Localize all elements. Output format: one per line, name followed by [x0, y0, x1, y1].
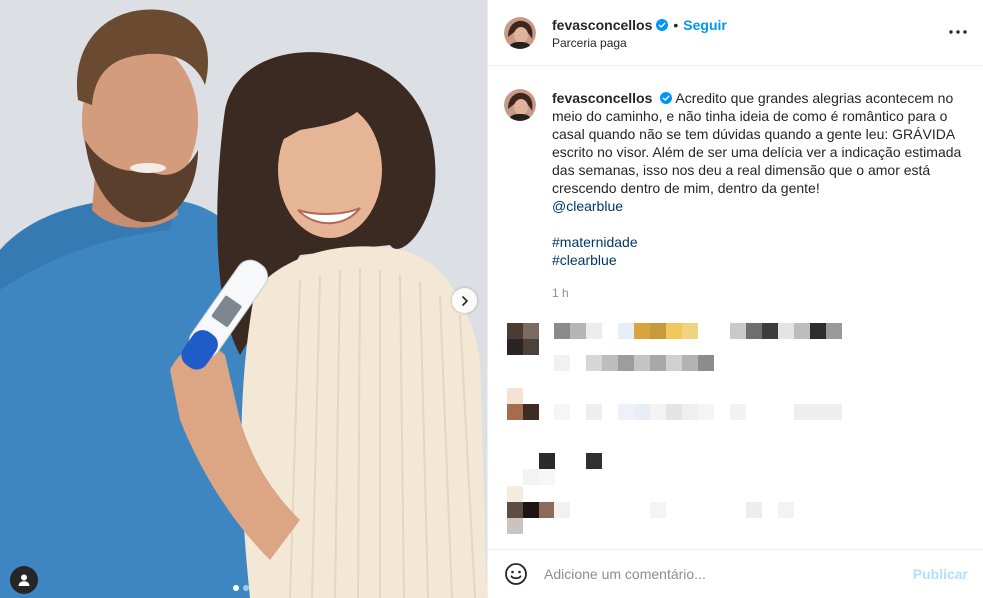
comment-composer: Publicar	[488, 549, 983, 598]
pixelated-block	[602, 355, 618, 371]
pixelated-block	[618, 404, 634, 420]
pixelated-block	[507, 486, 523, 502]
pixelated-block	[507, 502, 523, 518]
pixelated-block	[554, 355, 570, 371]
pixelated-block	[586, 404, 602, 420]
pixelated-block	[682, 355, 698, 371]
more-options-icon	[949, 30, 967, 34]
post-header: fevasconcellos • Seguir Parceria paga	[488, 0, 983, 66]
pixelated-block	[586, 323, 602, 339]
pixelated-block	[539, 502, 555, 518]
post-caption: fevasconcellos Acredito que grandes aleg…	[488, 66, 983, 302]
post-media[interactable]	[0, 0, 487, 598]
pixelated-block	[554, 323, 570, 339]
pixelated-block	[507, 323, 523, 339]
post-timestamp[interactable]: 1 h	[552, 284, 966, 302]
pixelated-block	[507, 388, 523, 404]
mention-link[interactable]: @clearblue	[552, 197, 966, 215]
post-details-panel: fevasconcellos • Seguir Parceria paga fe…	[487, 0, 983, 598]
pixelated-block	[778, 323, 794, 339]
pixelated-block	[666, 323, 682, 339]
pixelated-block	[682, 323, 698, 339]
pixelated-block	[746, 323, 762, 339]
verified-badge-icon	[656, 18, 669, 31]
pixelated-block	[634, 355, 650, 371]
post-photo	[0, 0, 487, 598]
pixelated-block	[618, 355, 634, 371]
pixelated-block	[650, 355, 666, 371]
pixelated-block	[507, 518, 523, 534]
pixelated-block	[507, 339, 523, 355]
pixelated-block	[523, 469, 539, 485]
pixelated-block	[618, 323, 634, 339]
carousel-indicator	[233, 585, 249, 591]
pixelated-block	[523, 502, 539, 518]
hashtag-link[interactable]: #maternidade	[552, 233, 966, 251]
pixelated-block	[762, 323, 778, 339]
pixelated-block	[778, 502, 794, 518]
pixelated-block	[810, 323, 826, 339]
pixelated-block	[570, 323, 586, 339]
header-separator: •	[673, 16, 679, 33]
pixelated-block	[554, 404, 570, 420]
hashtag-link[interactable]: #clearblue	[552, 251, 966, 269]
pixelated-block	[730, 323, 746, 339]
header-username[interactable]: fevasconcellos	[552, 16, 652, 34]
avatar-image	[504, 89, 536, 121]
caption-avatar[interactable]	[504, 89, 536, 121]
pixelated-block	[634, 404, 650, 420]
pixelated-block	[650, 502, 666, 518]
pixelated-block	[586, 453, 602, 469]
more-options-button[interactable]	[948, 22, 968, 42]
pixelated-block	[554, 502, 570, 518]
pixelated-block	[586, 355, 602, 371]
pixelated-block	[794, 404, 842, 420]
pixelated-block	[826, 323, 842, 339]
pixelated-block	[794, 323, 810, 339]
instagram-post-view: fevasconcellos • Seguir Parceria paga fe…	[0, 0, 983, 598]
carousel-dot-active	[233, 585, 239, 591]
carousel-dot	[243, 585, 249, 591]
pixelated-block	[746, 502, 762, 518]
paid-partnership-label[interactable]: Parceria paga	[552, 36, 727, 50]
pixelated-block	[698, 355, 714, 371]
comment-input[interactable]	[544, 566, 913, 582]
pixelated-block	[666, 355, 682, 371]
pixelated-block	[666, 404, 682, 420]
pixelated-block	[523, 404, 539, 420]
user-tag-icon	[18, 574, 30, 586]
pixelated-block	[507, 404, 523, 420]
emoji-icon	[505, 563, 527, 585]
pixelated-block	[539, 469, 555, 485]
pixelated-block	[634, 323, 650, 339]
chevron-right-icon	[461, 295, 468, 306]
pixelated-block	[682, 404, 698, 420]
emoji-button[interactable]	[504, 562, 528, 586]
avatar[interactable]	[504, 16, 536, 49]
caption-username[interactable]: fevasconcellos	[552, 90, 652, 106]
verified-badge-icon	[660, 90, 673, 104]
avatar-image	[504, 16, 536, 49]
pixelated-block	[650, 404, 666, 420]
user-tags-button[interactable]	[10, 566, 38, 594]
follow-button[interactable]: Seguir	[683, 16, 727, 34]
pixelated-block	[698, 404, 714, 420]
pixelated-block	[523, 323, 539, 339]
pixelated-block	[539, 453, 555, 469]
publish-comment-button[interactable]: Publicar	[913, 566, 968, 582]
pixelated-block	[650, 323, 666, 339]
pixelated-block	[523, 339, 539, 355]
next-slide-button[interactable]	[452, 288, 477, 313]
pixelated-block	[730, 404, 746, 420]
